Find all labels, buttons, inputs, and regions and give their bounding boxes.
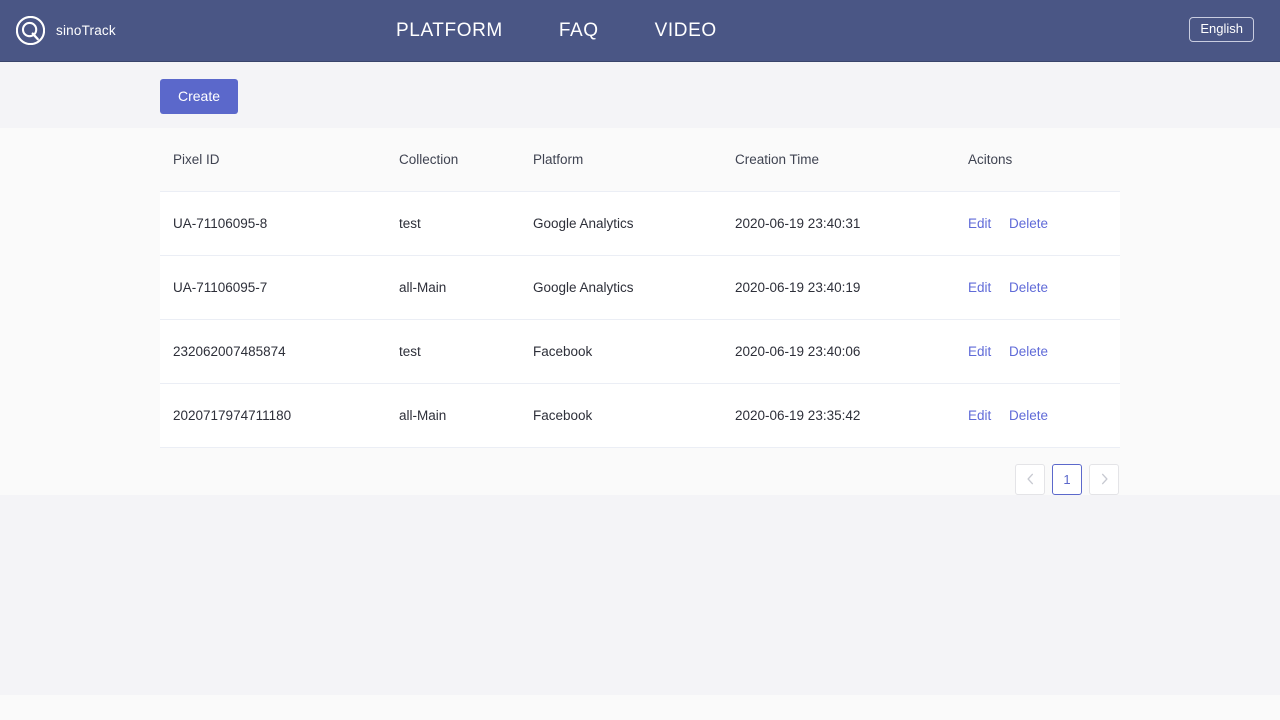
edit-link[interactable]: Edit <box>968 216 991 231</box>
cell-pixel-id: UA-71106095-8 <box>160 191 399 256</box>
cell-collection: all-Main <box>399 255 533 320</box>
edit-link[interactable]: Edit <box>968 280 991 295</box>
cell-creation-time: 2020-06-19 23:35:42 <box>735 383 968 448</box>
brand-name: sinoTrack <box>56 23 116 38</box>
nav-link-platform[interactable]: PLATFORM <box>396 0 531 62</box>
table-row: 2020717974711180 all-Main Facebook 2020-… <box>160 383 1120 448</box>
page-filler <box>0 494 1280 695</box>
column-header-creation-time: Creation Time <box>735 128 968 192</box>
cell-actions: Edit Delete <box>968 255 1120 320</box>
cell-pixel-id: UA-71106095-7 <box>160 255 399 320</box>
table-header-row: Pixel ID Collection Platform Creation Ti… <box>160 128 1120 192</box>
language-switch-button[interactable]: English <box>1189 17 1254 43</box>
edit-link[interactable]: Edit <box>968 344 991 359</box>
cell-actions: Edit Delete <box>968 319 1120 384</box>
content-area: Pixel ID Collection Platform Creation Ti… <box>0 128 1280 720</box>
delete-link[interactable]: Delete <box>1009 216 1048 231</box>
nav-link-faq[interactable]: FAQ <box>531 0 627 62</box>
page-body: Create Pixel ID Collection Platform Crea… <box>0 62 1280 720</box>
column-header-collection: Collection <box>399 128 533 192</box>
create-button[interactable]: Create <box>160 79 239 114</box>
nav-link-video[interactable]: VIDEO <box>627 0 745 62</box>
top-navbar: sinoTrack PLATFORM FAQ VIDEO English <box>0 0 1280 62</box>
circle-q-logo-icon <box>16 16 45 45</box>
pixel-table-container: Pixel ID Collection Platform Creation Ti… <box>160 128 1120 448</box>
pagination: 1 <box>160 447 1120 495</box>
pixel-table: Pixel ID Collection Platform Creation Ti… <box>160 128 1120 448</box>
table-row: 232062007485874 test Facebook 2020-06-19… <box>160 319 1120 384</box>
cell-creation-time: 2020-06-19 23:40:31 <box>735 191 968 256</box>
pagination-prev-button[interactable] <box>1015 463 1045 495</box>
column-header-pixel-id: Pixel ID <box>160 128 399 192</box>
toolbar: Create <box>0 62 1280 128</box>
column-header-platform: Platform <box>533 128 735 192</box>
cell-platform: Google Analytics <box>533 255 735 320</box>
chevron-right-icon <box>1100 473 1109 485</box>
cell-platform: Facebook <box>533 383 735 448</box>
table-row: UA-71106095-7 all-Main Google Analytics … <box>160 255 1120 320</box>
cell-platform: Facebook <box>533 319 735 384</box>
cell-collection: test <box>399 319 533 384</box>
edit-link[interactable]: Edit <box>968 408 991 423</box>
column-header-actions: Acitons <box>968 128 1120 192</box>
table-body: UA-71106095-8 test Google Analytics 2020… <box>160 191 1120 448</box>
cell-creation-time: 2020-06-19 23:40:06 <box>735 319 968 384</box>
delete-link[interactable]: Delete <box>1009 408 1048 423</box>
chevron-left-icon <box>1026 473 1035 485</box>
cell-actions: Edit Delete <box>968 383 1120 448</box>
delete-link[interactable]: Delete <box>1009 280 1048 295</box>
cell-pixel-id: 232062007485874 <box>160 319 399 384</box>
pagination-next-button[interactable] <box>1089 463 1119 495</box>
cell-actions: Edit Delete <box>968 191 1120 256</box>
cell-collection: all-Main <box>399 383 533 448</box>
main-nav: PLATFORM FAQ VIDEO <box>396 0 745 62</box>
table-row: UA-71106095-8 test Google Analytics 2020… <box>160 191 1120 256</box>
cell-creation-time: 2020-06-19 23:40:19 <box>735 255 968 320</box>
brand[interactable]: sinoTrack <box>16 16 116 45</box>
pagination-page-1-button[interactable]: 1 <box>1052 463 1082 495</box>
cell-pixel-id: 2020717974711180 <box>160 383 399 448</box>
cell-platform: Google Analytics <box>533 191 735 256</box>
cell-collection: test <box>399 191 533 256</box>
table-head: Pixel ID Collection Platform Creation Ti… <box>160 128 1120 192</box>
delete-link[interactable]: Delete <box>1009 344 1048 359</box>
